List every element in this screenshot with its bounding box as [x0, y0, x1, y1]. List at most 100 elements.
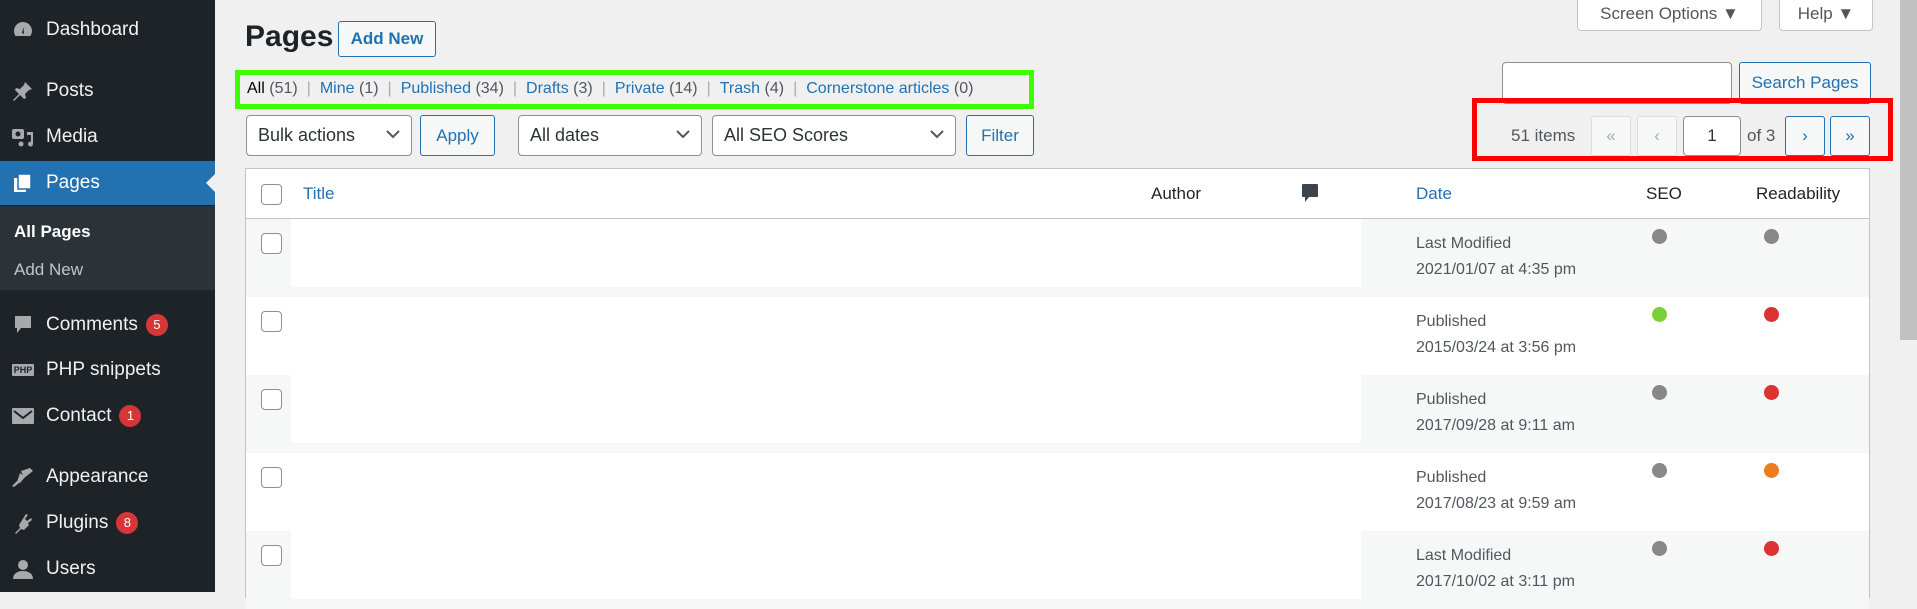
- post-date: 2017/10/02 at 3:11 pm: [1416, 573, 1575, 590]
- chevron-down-icon: [930, 130, 944, 139]
- sidebar-label: Contact: [46, 405, 112, 426]
- view-all[interactable]: All (51): [247, 80, 298, 98]
- next-page-button[interactable]: ›: [1785, 116, 1825, 156]
- row-checkbox[interactable]: [261, 233, 282, 254]
- title-cell[interactable]: [291, 297, 1361, 365]
- sidebar-item-posts[interactable]: Posts: [0, 69, 215, 113]
- plugin-icon: [10, 511, 36, 535]
- table-row: Published 2017/08/23 at 9:59 am: [246, 453, 1869, 531]
- total-pages: of 3: [1747, 126, 1776, 145]
- title-cell[interactable]: [291, 219, 1361, 287]
- sidebar-item-pages[interactable]: Pages: [0, 161, 215, 205]
- date-cell: Published 2017/08/23 at 9:59 am: [1416, 465, 1576, 517]
- post-status: Published: [1416, 469, 1487, 486]
- sidebar-item-php-snippets[interactable]: PHP PHP snippets: [0, 348, 215, 392]
- brush-icon: [10, 465, 36, 489]
- readability-score-dot: [1764, 463, 1779, 478]
- sidebar-item-appearance[interactable]: Appearance: [0, 455, 215, 499]
- post-status: Published: [1416, 313, 1487, 330]
- row-checkbox[interactable]: [261, 389, 282, 410]
- bulk-actions-select[interactable]: Bulk actions: [246, 115, 412, 156]
- seo-score-dot: [1652, 229, 1667, 244]
- column-author: Author: [1151, 184, 1202, 203]
- sidebar-label: Users: [46, 558, 96, 579]
- screen-options-button[interactable]: Screen Options ▼: [1577, 0, 1762, 31]
- sidebar-item-contact[interactable]: Contact 1: [0, 394, 215, 438]
- comment-icon: [10, 313, 36, 337]
- sidebar-item-dashboard[interactable]: Dashboard: [0, 8, 215, 52]
- admin-sidebar: Dashboard Posts Media Pages All Pages Ad…: [0, 0, 215, 592]
- table-row: Published 2015/03/24 at 3:56 pm: [246, 297, 1869, 375]
- pages-table: Title Author Date SEO Readability Last M…: [245, 168, 1870, 609]
- seo-score-dot: [1652, 541, 1667, 556]
- seo-scores-select[interactable]: All SEO Scores: [712, 115, 956, 156]
- view-private[interactable]: Private (14): [615, 80, 698, 98]
- sidebar-item-comments[interactable]: Comments 5: [0, 303, 215, 347]
- prev-page-button[interactable]: ‹: [1637, 116, 1677, 156]
- scrollbar-thumb[interactable]: [1900, 0, 1917, 340]
- column-title[interactable]: Title: [303, 184, 335, 204]
- row-checkbox[interactable]: [261, 545, 282, 566]
- date-cell: Last Modified 2017/10/02 at 3:11 pm: [1416, 543, 1575, 595]
- table-row: Last Modified 2021/01/07 at 4:35 pm: [246, 219, 1869, 297]
- column-seo: SEO: [1646, 184, 1682, 203]
- table-row: Published 2017/09/28 at 9:11 am: [246, 375, 1869, 453]
- dates-select[interactable]: All dates: [518, 115, 702, 156]
- comments-count-badge: 5: [145, 314, 168, 336]
- comment-bubble-icon[interactable]: [1301, 183, 1319, 210]
- title-cell[interactable]: [291, 453, 1361, 521]
- post-date: 2017/09/28 at 9:11 am: [1416, 417, 1575, 434]
- sidebar-item-media[interactable]: Media: [0, 115, 215, 159]
- pages-icon: [10, 171, 36, 195]
- view-trash[interactable]: Trash (4): [720, 80, 784, 98]
- current-page-input[interactable]: [1683, 116, 1741, 156]
- php-icon: PHP: [11, 364, 35, 376]
- view-published[interactable]: Published (34): [401, 80, 504, 98]
- items-count: 51 items: [1511, 126, 1576, 145]
- post-date: 2017/08/23 at 9:59 am: [1416, 495, 1577, 512]
- filter-button[interactable]: Filter: [966, 115, 1034, 156]
- post-date: 2021/01/07 at 4:35 pm: [1416, 261, 1577, 278]
- row-checkbox[interactable]: [261, 311, 282, 332]
- sidebar-label: PHP snippets: [46, 359, 161, 380]
- view-drafts[interactable]: Drafts (3): [526, 80, 593, 98]
- plugins-count-badge: 8: [116, 512, 139, 534]
- readability-score-dot: [1764, 307, 1779, 322]
- sidebar-item-users[interactable]: Users: [0, 547, 215, 591]
- post-status: Last Modified: [1416, 547, 1512, 564]
- submenu-all-pages[interactable]: All Pages: [14, 222, 91, 242]
- seo-score-dot: [1652, 385, 1667, 400]
- table-row: Last Modified 2017/10/02 at 3:11 pm: [246, 531, 1869, 609]
- submenu-add-new[interactable]: Add New: [14, 260, 83, 280]
- title-cell[interactable]: [291, 375, 1361, 443]
- readability-score-dot: [1764, 541, 1779, 556]
- first-page-button[interactable]: «: [1591, 116, 1631, 156]
- date-cell: Last Modified 2021/01/07 at 4:35 pm: [1416, 231, 1576, 283]
- seo-score-dot: [1652, 307, 1667, 322]
- post-status: Published: [1416, 391, 1487, 408]
- media-icon: [10, 125, 36, 149]
- sidebar-label: Media: [46, 126, 98, 147]
- sidebar-item-plugins[interactable]: Plugins 8: [0, 501, 215, 545]
- view-mine[interactable]: Mine (1): [320, 80, 379, 98]
- row-checkbox[interactable]: [261, 467, 282, 488]
- column-date[interactable]: Date: [1416, 184, 1452, 204]
- sidebar-label: Dashboard: [46, 19, 139, 40]
- select-all-checkbox[interactable]: [261, 184, 282, 205]
- column-readability: Readability: [1756, 184, 1841, 203]
- add-new-button[interactable]: Add New: [338, 21, 436, 57]
- readability-score-dot: [1764, 385, 1779, 400]
- readability-score-dot: [1764, 229, 1779, 244]
- chevron-down-icon: [386, 130, 400, 139]
- seo-score-dot: [1652, 463, 1667, 478]
- sidebar-label: Posts: [46, 80, 94, 101]
- main-content: Screen Options ▼ Help ▼ Pages Add New Al…: [215, 0, 1900, 609]
- mail-icon: [10, 404, 36, 428]
- title-cell[interactable]: [291, 531, 1361, 599]
- view-cornerstone[interactable]: Cornerstone articles (0): [806, 80, 973, 98]
- help-button[interactable]: Help ▼: [1779, 0, 1873, 31]
- last-page-button[interactable]: »: [1830, 116, 1870, 156]
- page-title: Pages: [245, 20, 334, 53]
- apply-button[interactable]: Apply: [420, 115, 495, 156]
- date-cell: Published 2017/09/28 at 9:11 am: [1416, 387, 1575, 439]
